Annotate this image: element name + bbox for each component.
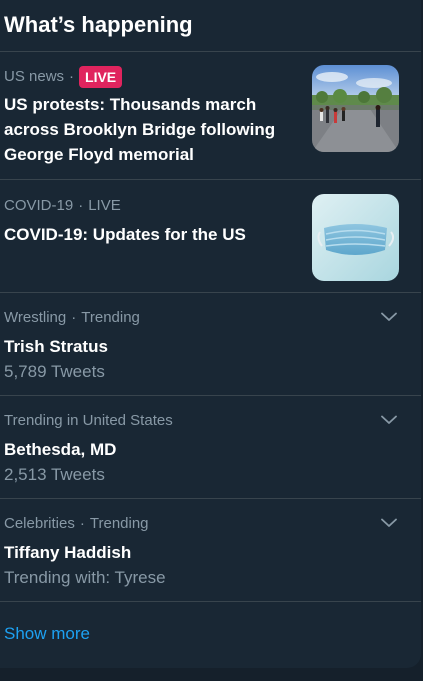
trend-category: Trending in United States [4, 412, 173, 429]
news-item-covid-updates[interactable]: COVID-19 · LIVE COVID-19: Updates for th… [0, 180, 421, 293]
trend-item-meta: Trending in United States [4, 396, 417, 431]
trend-category: Celebrities [4, 515, 75, 532]
trend-item-meta: Wrestling · Trending [4, 293, 417, 328]
show-more-link[interactable]: Show more [0, 602, 421, 646]
trend-item-trish-stratus[interactable]: Wrestling · Trending Trish Stratus 5,789… [0, 293, 421, 396]
trend-item-meta: Celebrities · Trending [4, 499, 417, 534]
panel-title: What’s happening [4, 12, 193, 37]
chevron-down-icon[interactable] [379, 513, 399, 533]
chevron-down-icon[interactable] [379, 307, 399, 327]
trend-item-tiffany-haddish[interactable]: Celebrities · Trending Tiffany Haddish T… [0, 499, 421, 602]
news-category: US news [4, 68, 65, 85]
trend-tweet-count: 2,513 Tweets [4, 465, 105, 484]
trend-related: Trending with: Tyrese [4, 568, 166, 587]
trend-tweet-count: 5,789 Tweets [4, 362, 105, 381]
trend-category: Wrestling [4, 309, 67, 326]
meta-separator: · [71, 309, 77, 326]
whats-happening-panel: What’s happening US news · LIVE US prote… [0, 0, 421, 668]
meta-separator: · [79, 515, 85, 532]
meta-separator: · [78, 197, 84, 214]
protest-march-thumbnail[interactable] [312, 65, 399, 152]
news-category: COVID-19 [4, 197, 74, 214]
live-status: LIVE [88, 197, 121, 214]
trend-context: Trending [81, 309, 140, 326]
trend-topic: Trish Stratus [4, 337, 108, 356]
live-badge: LIVE [79, 66, 123, 88]
panel-header: What’s happening [0, 0, 421, 52]
trend-topic: Tiffany Haddish [4, 543, 132, 562]
news-headline: US protests: Thousands march across Broo… [4, 95, 276, 164]
chevron-down-icon[interactable] [379, 410, 399, 430]
trend-context: Trending [89, 515, 149, 532]
trend-item-bethesda[interactable]: Trending in United States Bethesda, MD 2… [0, 396, 421, 499]
trend-topic: Bethesda, MD [4, 440, 117, 459]
news-item-us-protests[interactable]: US news · LIVE US protests: Thousands ma… [0, 52, 421, 180]
face-mask-thumbnail[interactable] [312, 194, 399, 281]
meta-separator: · [69, 68, 75, 85]
